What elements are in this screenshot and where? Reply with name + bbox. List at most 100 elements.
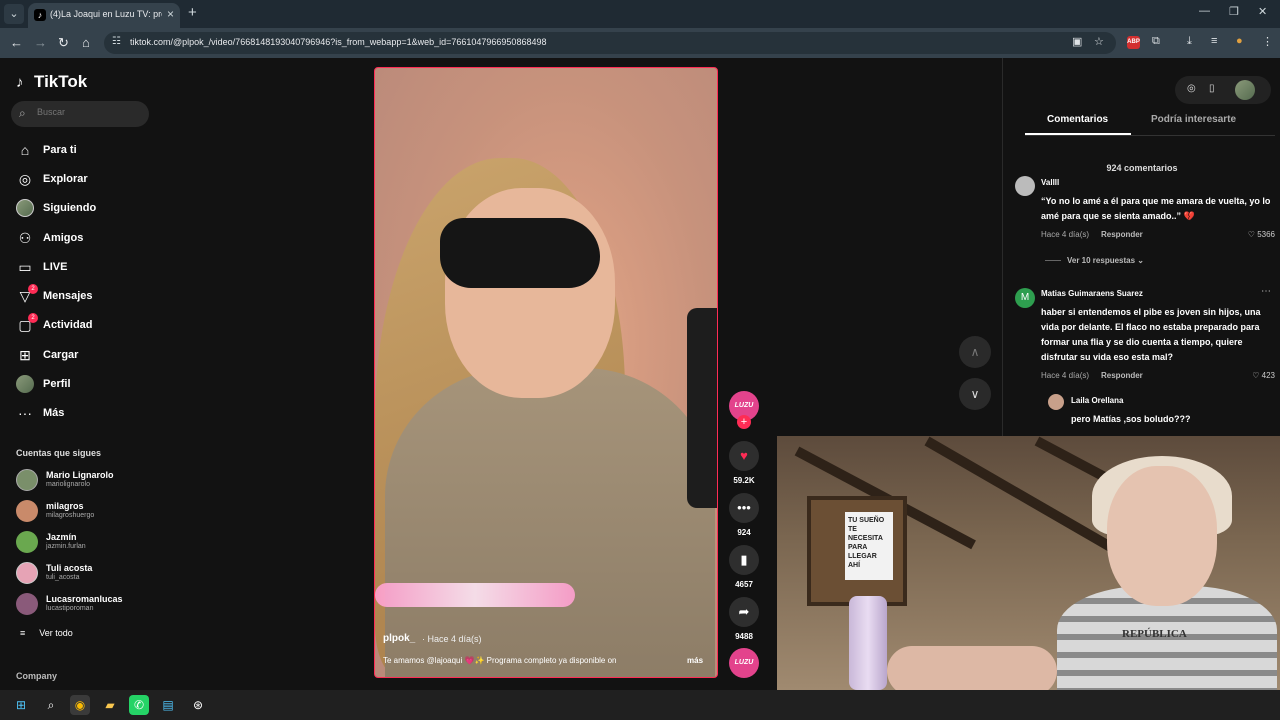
comment-icon[interactable]: ••• [729,493,759,523]
browser-tab[interactable]: ♪ (4)La Joaqui en Luzu TV: progra × [28,3,180,28]
tab-search-button[interactable]: ⌄ [4,4,24,24]
share-icon[interactable]: ➦ [729,597,759,627]
comment-author[interactable]: Vallll [1041,178,1059,187]
comment-like-count: 423 [1261,371,1275,380]
nav-siguiendo[interactable]: Siguiendo [16,198,146,220]
chrome-icon[interactable]: ◉ [70,695,90,715]
avatar[interactable]: M [1015,288,1035,308]
adblock-icon[interactable]: ABP [1127,36,1140,49]
site-info-icon[interactable]: ☷ [112,36,121,47]
music-disc-icon[interactable]: LUZU [729,648,759,678]
cast-icon[interactable]: ▣ [1072,35,1082,48]
nav-cargar[interactable]: ⊞ Cargar [16,345,146,367]
restore-icon[interactable]: ❐ [1229,5,1239,18]
tiktok-logo[interactable]: ♪ TikTok [16,72,87,92]
previous-video-icon[interactable]: ∧ [959,336,991,368]
avatar [16,593,38,615]
back-icon[interactable]: ← [10,35,23,50]
comment-options-icon[interactable]: ⋯ [1261,286,1271,297]
tab-podria-interesarte[interactable]: Podría interesarte [1151,114,1236,125]
reading-list-icon[interactable]: ≡ [1211,35,1217,47]
forward-icon[interactable]: → [34,35,47,50]
comment-like-button[interactable]: ♡ 423 [1235,371,1275,380]
avatar [16,500,38,522]
windows-start-icon[interactable]: ⊞ [11,695,31,715]
home-icon[interactable]: ⌂ [82,35,90,50]
notepad-icon[interactable]: ▤ [158,695,178,715]
messages-badge: 2 [28,284,38,294]
account-handle: jazmin.furlan [46,543,86,550]
following-account[interactable]: Tuli acosta tuli_acosta [16,561,146,587]
nav-actividad[interactable]: ▢ 2 Actividad [16,313,146,337]
webcam-overlay: TU SUEÑO TE NECESITA PARA LLEGAR AHÍ REP… [777,436,1280,690]
avatar[interactable] [1015,176,1035,196]
streamer-hand [887,646,1057,690]
following-account[interactable]: Jazmín jazmin.furlan [16,530,146,556]
compass-icon[interactable]: ◎ [1187,83,1196,94]
reply-button[interactable]: Responder [1101,371,1143,380]
tab-title: (4)La Joaqui en Luzu TV: progra [50,9,162,19]
close-tab-icon[interactable]: × [167,7,174,21]
reply-author[interactable]: Laila Orellana [1071,396,1123,405]
see-all-button[interactable]: ≡ Ver todo [20,628,73,638]
steam-icon[interactable]: ⊛ [188,695,208,715]
share-count: 9488 [735,632,753,641]
bookmark-star-icon[interactable]: ☆ [1094,35,1104,48]
following-account[interactable]: Lucasromanlucas lucastiporoman [16,592,146,618]
nav-live[interactable]: ▭ LIVE [16,257,146,279]
activity-badge: 2 [28,313,38,323]
reload-icon[interactable]: ↻ [58,35,69,51]
comment-author[interactable]: Matias Guimaraens Suarez [1041,289,1143,298]
url-bar[interactable]: ☷ tiktok.com/@plpok_/video/7668148193040… [104,32,1116,54]
like-count: 59.2K [733,476,755,485]
avatar[interactable] [1048,394,1064,410]
nav-perfil[interactable]: Perfil [16,374,146,396]
streamer-face [1107,466,1217,606]
browser-menu-icon[interactable]: ⋮ [1262,35,1273,48]
home-icon: ⌂ [20,142,30,158]
download-icon[interactable]: ⤓ [1187,35,1192,48]
video-player[interactable]: plpok_ · Hace 4 día(s) Te amamos @lajoaq… [374,67,718,678]
following-account[interactable]: Mario Lignarolo mariolignarolo [16,468,146,494]
reply-button[interactable]: Responder [1101,230,1143,239]
account-name: Tuli acosta [46,563,93,573]
nav-label: Mensajes [43,290,93,302]
video-caption: Te amamos @lajoaqui 💗✨ Programa completo… [383,656,617,665]
extensions-puzzle-icon[interactable]: ⧉ [1152,35,1160,48]
caption-more-button[interactable]: más [687,656,703,665]
account-handle: lucastiporoman [46,605,94,612]
bookmark-icon[interactable]: ▮ [729,545,759,575]
close-window-icon[interactable]: ✕ [1258,5,1267,18]
like-icon[interactable]: ♥ [729,441,759,471]
video-author[interactable]: plpok_ [383,633,415,644]
nav-para-ti[interactable]: ⌂ Para ti [16,140,146,162]
search-input[interactable] [37,107,137,117]
view-replies-button[interactable]: Ver 10 respuestas ⌄ [1045,256,1144,265]
tiktok-favicon-icon: ♪ [34,9,46,21]
view-replies-label: Ver 10 respuestas [1067,256,1136,265]
next-video-icon[interactable]: ∨ [959,378,991,410]
search-box[interactable]: ⌕ [11,101,149,127]
shirt-print: REPÚBLICA [1122,628,1187,640]
video-time: · Hace 4 día(s) [422,634,482,644]
nav-amigos[interactable]: ⚇ Amigos [16,228,146,250]
company-link[interactable]: Company [16,671,57,681]
profile-icon[interactable]: ● [1236,35,1243,47]
heart-outline-icon: ♡ [1252,371,1260,380]
comment-like-button[interactable]: ♡ 5366 [1235,230,1275,239]
nav-mensajes[interactable]: ▽ 2 Mensajes [16,284,146,308]
nav-mas[interactable]: ··· Más [16,403,146,425]
nav-label: Siguiendo [43,202,97,214]
minimize-icon[interactable]: — [1199,5,1210,17]
user-avatar[interactable] [1235,80,1255,100]
new-tab-button[interactable]: + [188,4,197,21]
nav-explorar[interactable]: ◎ Explorar [16,169,146,191]
whatsapp-icon[interactable]: ✆ [129,695,149,715]
search-icon[interactable]: ⌕ [41,695,61,715]
follow-plus-icon[interactable]: + [737,415,751,429]
phone-icon[interactable]: ▯ [1209,83,1215,94]
tab-comentarios[interactable]: Comentarios [1047,114,1108,125]
following-account[interactable]: milagros milagroshuergo [16,499,146,525]
chevron-down-icon: ⌄ [1137,256,1144,265]
file-explorer-icon[interactable]: ▰ [100,695,120,715]
